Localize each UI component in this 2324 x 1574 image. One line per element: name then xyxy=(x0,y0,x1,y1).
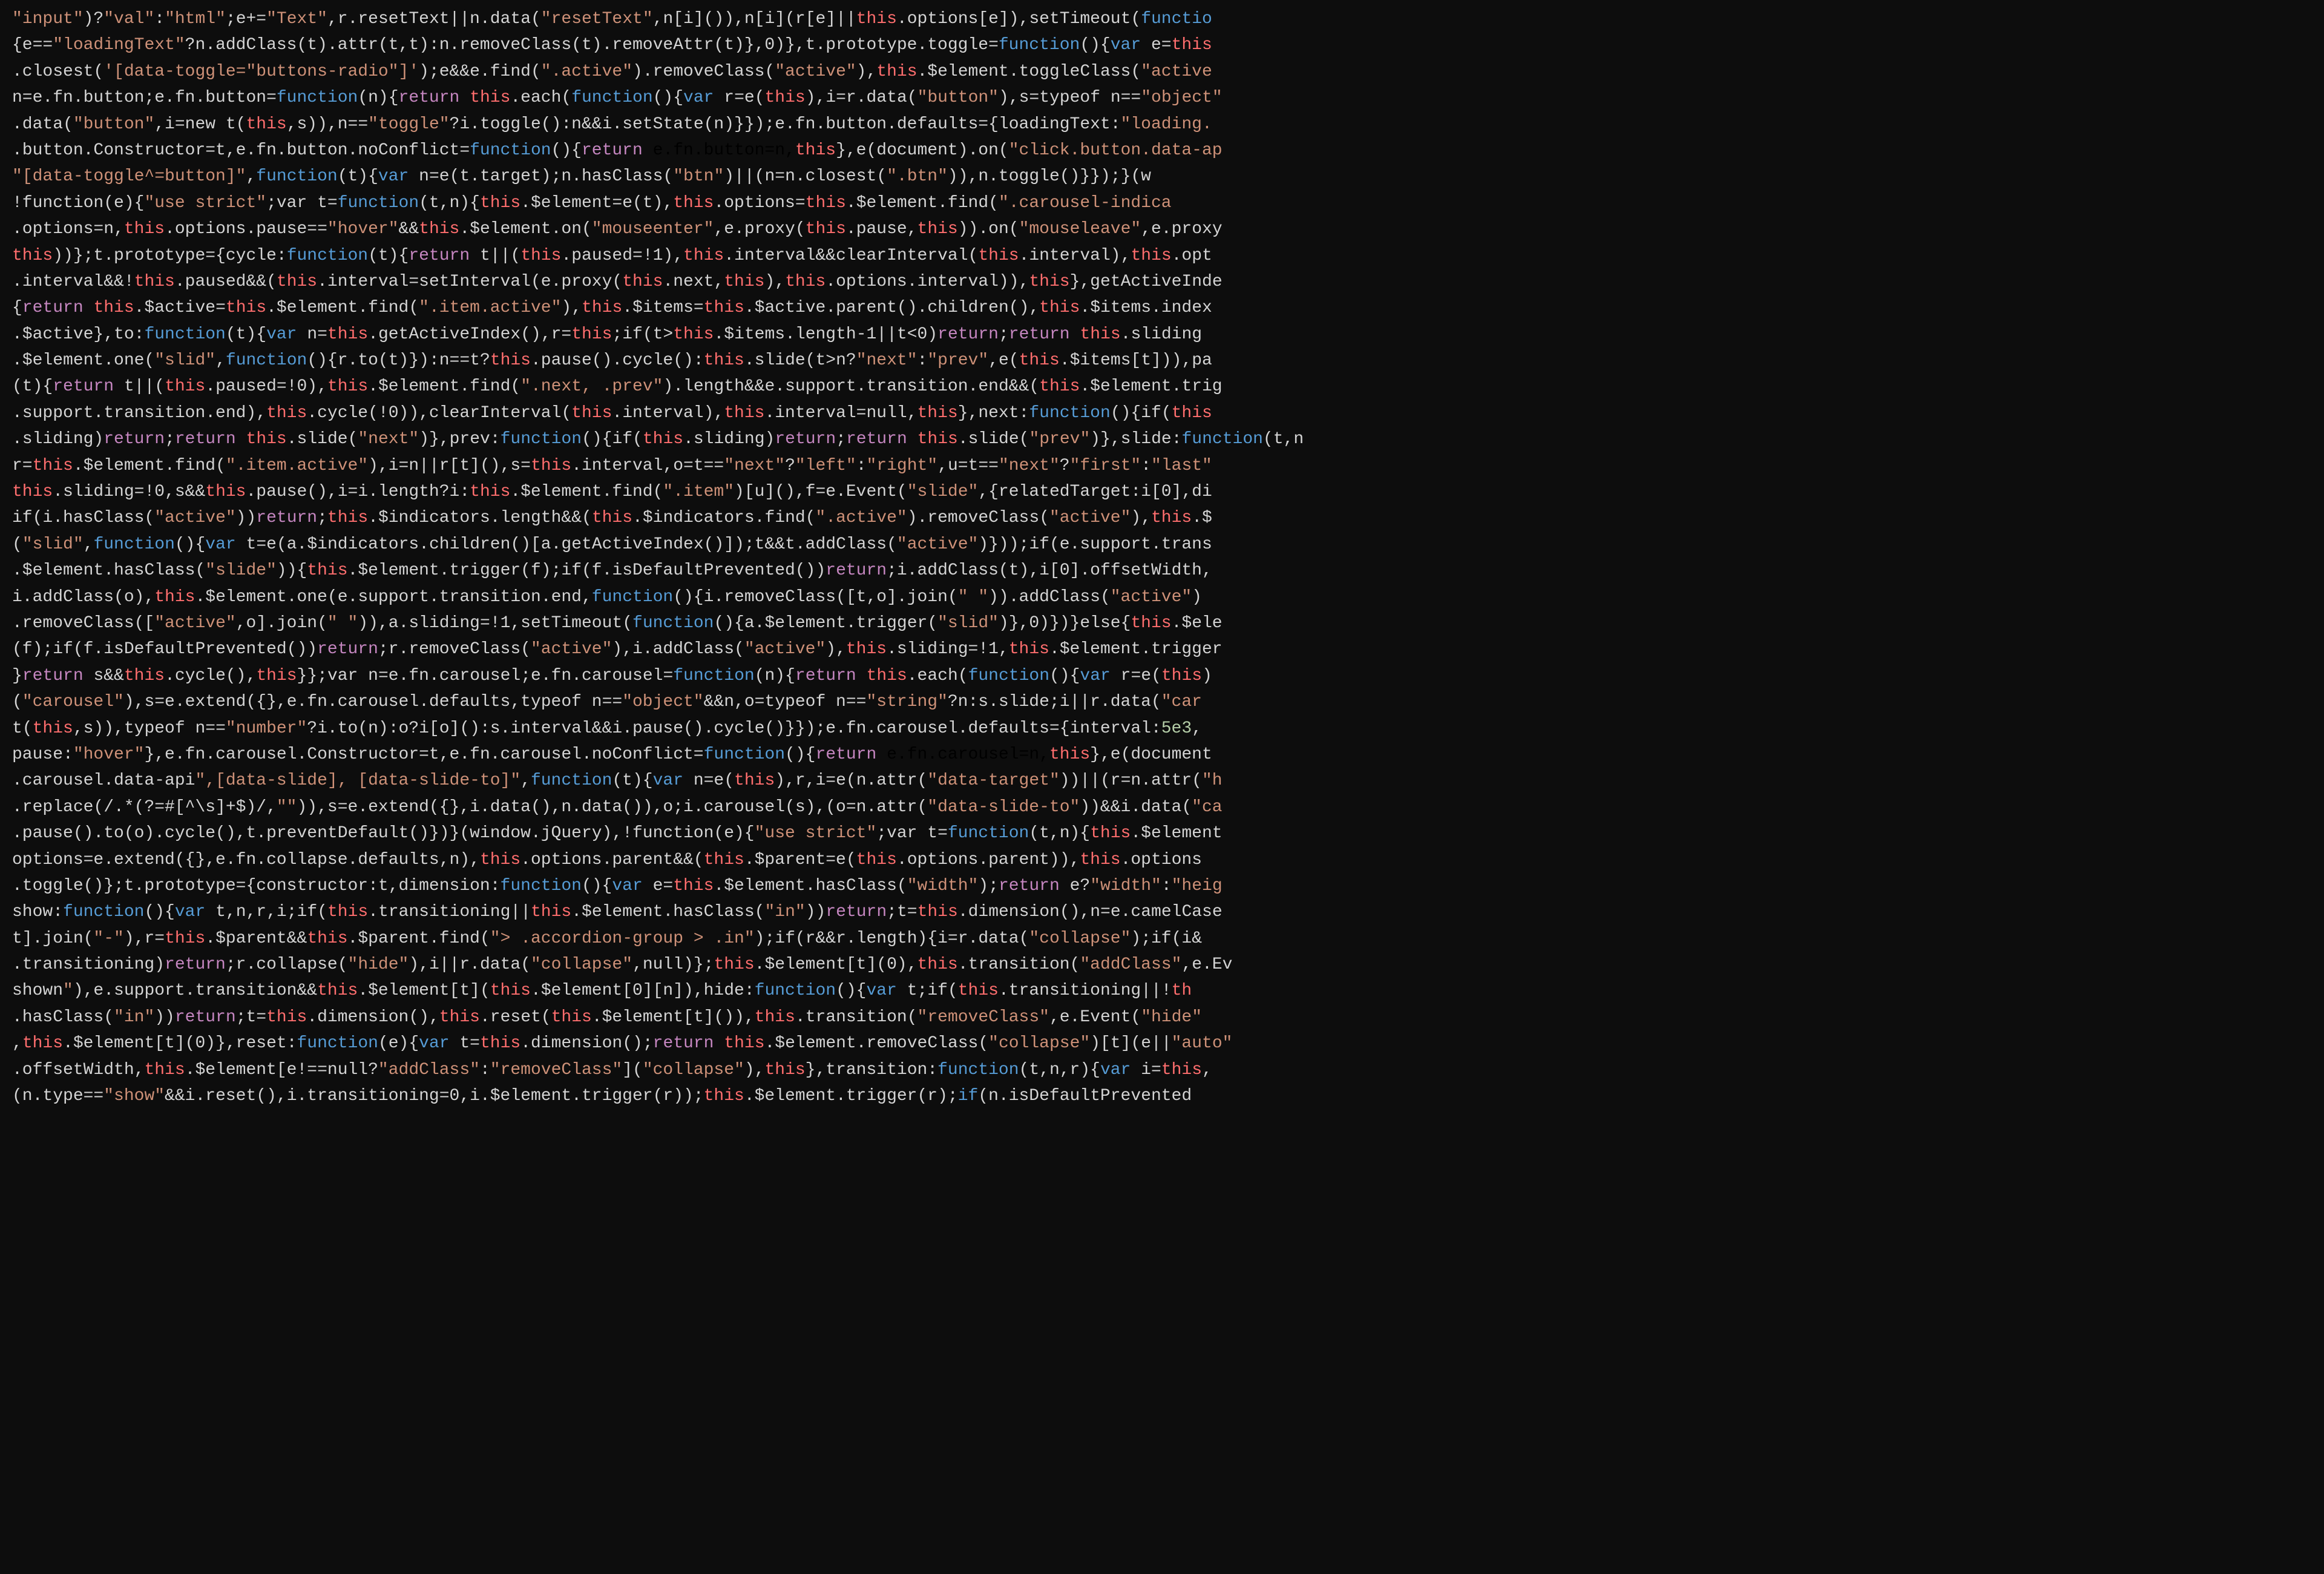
code-line: "[data-toggle^=button]",function(t){var … xyxy=(12,163,2312,189)
code-line: i.addClass(o),this.$element.one(e.suppor… xyxy=(12,584,2312,610)
code-line: .button.Constructor=t,e.fn.button.noConf… xyxy=(12,137,2312,163)
code-line: {e=="loadingText"?n.addClass(t).attr(t,t… xyxy=(12,32,2312,58)
code-display: "input")?"val":"html";e+="Text",r.resetT… xyxy=(0,0,2324,1574)
code-line: .support.transition.end),this.cycle(!0))… xyxy=(12,400,2312,426)
code-line: .carousel.data-api",[data-slide], [data-… xyxy=(12,768,2312,794)
code-line: .$element.hasClass("slide")){this.$eleme… xyxy=(12,558,2312,584)
code-line: .$active},to:function(t){var n=this.getA… xyxy=(12,321,2312,347)
code-line: .sliding)return;return this.slide("next"… xyxy=(12,426,2312,452)
code-line: this.sliding=!0,s&&this.pause(),i=i.leng… xyxy=(12,479,2312,505)
code-line: r=this.$element.find(".item.active"),i=n… xyxy=(12,453,2312,479)
code-line: .toggle()};t.prototype={constructor:t,di… xyxy=(12,873,2312,899)
code-line: }return s&&this.cycle(),this}};var n=e.f… xyxy=(12,663,2312,689)
code-line: if(i.hasClass("active"))return;this.$ind… xyxy=(12,505,2312,531)
code-line: .hasClass("in"))return;t=this.dimension(… xyxy=(12,1004,2312,1030)
code-line: options=e.extend({},e.fn.collapse.defaul… xyxy=(12,847,2312,873)
code-line: n=e.fn.button;e.fn.button=function(n){re… xyxy=(12,85,2312,111)
code-line: this))};t.prototype={cycle:function(t){r… xyxy=(12,243,2312,269)
code-line: .options=n,this.options.pause=="hover"&&… xyxy=(12,216,2312,242)
code-line: .transitioning)return;r.collapse("hide")… xyxy=(12,952,2312,978)
code-line: .replace(/.*(?=#[^\s]+$)/,"")),s=e.exten… xyxy=(12,794,2312,820)
code-line: {return this.$active=this.$element.find(… xyxy=(12,295,2312,321)
code-line: shown"),e.support.transition&&this.$elem… xyxy=(12,978,2312,1004)
code-line: "input")?"val":"html";e+="Text",r.resetT… xyxy=(12,6,2312,32)
code-line: .offsetWidth,this.$element[e!==null?"add… xyxy=(12,1057,2312,1083)
code-line: ,this.$element[t](0)},reset:function(e){… xyxy=(12,1030,2312,1056)
code-line: .$element.one("slid",function(){r.to(t)}… xyxy=(12,347,2312,374)
code-line: ("carousel"),s=e.extend({},e.fn.carousel… xyxy=(12,689,2312,715)
code-line: .pause().to(o).cycle(),t.preventDefault(… xyxy=(12,820,2312,846)
code-line: .interval&&!this.paused&&(this.interval=… xyxy=(12,269,2312,295)
code-line: (t){return t||(this.paused=!0),this.$ele… xyxy=(12,374,2312,400)
code-line: .closest('[data-toggle="buttons-radio"]'… xyxy=(12,59,2312,85)
code-line: ("slid",function(){var t=e(a.$indicators… xyxy=(12,532,2312,558)
code-line: t].join("-"),r=this.$parent&&this.$paren… xyxy=(12,926,2312,952)
code-line: .data("button",i=new t(this,s)),n=="togg… xyxy=(12,111,2312,137)
code-line: (f);if(f.isDefaultPrevented())return;r.r… xyxy=(12,636,2312,662)
code-line: !function(e){"use strict";var t=function… xyxy=(12,190,2312,216)
code-line: t(this,s)),typeof n=="number"?i.to(n):o?… xyxy=(12,716,2312,742)
code-line: show:function(){var t,n,r,i;if(this.tran… xyxy=(12,899,2312,925)
code-line: pause:"hover"},e.fn.carousel.Constructor… xyxy=(12,742,2312,768)
code-line: .removeClass(["active",o].join(" ")),a.s… xyxy=(12,610,2312,636)
code-line: (n.type=="show"&&i.reset(),i.transitioni… xyxy=(12,1083,2312,1109)
